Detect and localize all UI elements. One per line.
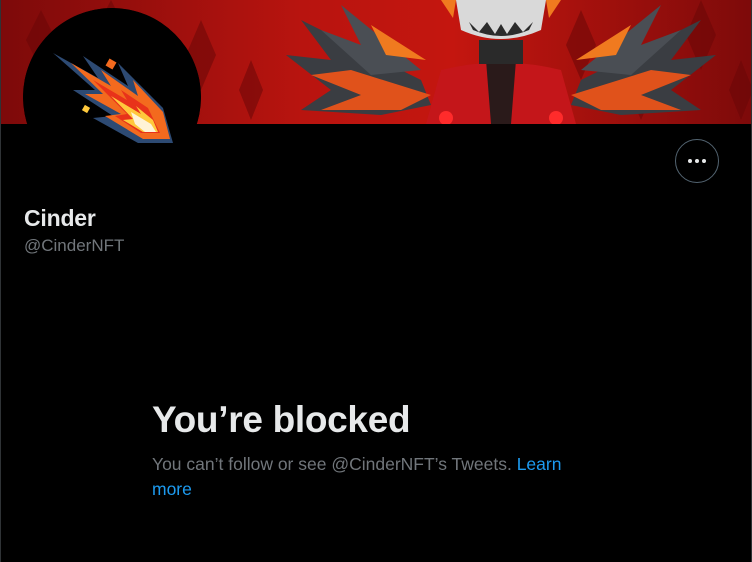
- blocked-title: You’re blocked: [152, 399, 411, 440]
- profile-display-name: Cinder: [24, 205, 96, 231]
- blocked-notice: You’re blocked You can’t follow or see @…: [152, 398, 602, 502]
- dot: [702, 159, 706, 163]
- profile-handle: @CinderNFT: [24, 236, 125, 255]
- dot: [688, 159, 692, 163]
- dot: [695, 159, 699, 163]
- avatar[interactable]: [23, 8, 201, 186]
- blocked-description: You can’t follow or see @CinderNFT’s Twe…: [152, 452, 602, 502]
- blocked-message: You can’t follow or see @CinderNFT’s Twe…: [152, 454, 512, 474]
- fire-comet-logo-icon: [23, 8, 201, 186]
- more-options-button[interactable]: [675, 139, 719, 183]
- profile-page: Cinder @CinderNFT You’re blocked You can…: [0, 0, 752, 562]
- more-horizontal-icon: [688, 159, 706, 163]
